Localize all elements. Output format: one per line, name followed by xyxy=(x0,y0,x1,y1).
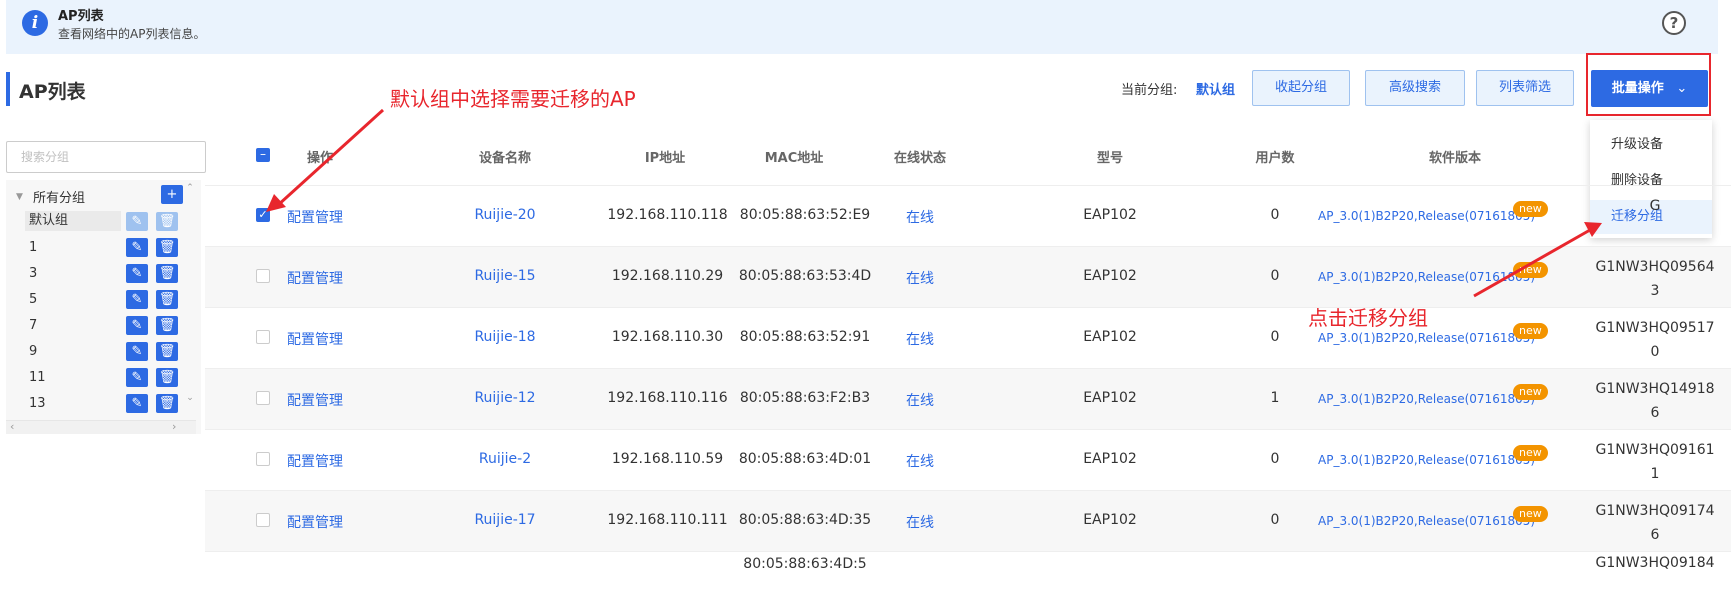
annotation-select-ap: 默认组中选择需要迁移的AP xyxy=(390,87,636,111)
annotation-arrow xyxy=(275,108,385,208)
annotation-overlay xyxy=(266,108,1602,298)
annotation-arrowhead xyxy=(266,194,286,212)
annotation-click-migrate: 点击迁移分组 xyxy=(1308,306,1428,330)
annotation-arrowhead xyxy=(1584,222,1602,237)
annotation-arrow xyxy=(1473,228,1591,298)
